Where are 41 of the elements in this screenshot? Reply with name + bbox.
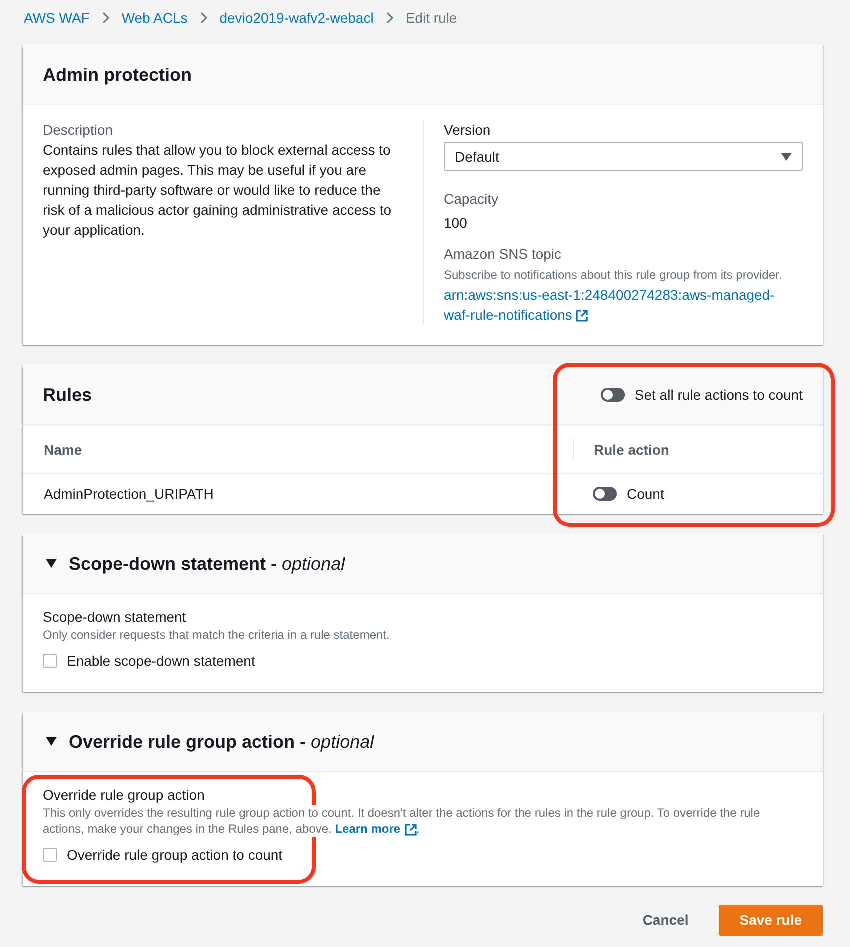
learn-more-link[interactable]: Learn more	[335, 822, 417, 836]
chevron-icon	[102, 12, 110, 24]
caret-icon[interactable]	[46, 559, 57, 568]
hint-text: Subscribe to notifications about this rule group from its provider.	[444, 267, 784, 283]
chevron-icon	[200, 12, 208, 24]
field-value: 100	[444, 214, 468, 233]
chevron-icon	[386, 12, 394, 24]
external-link-icon	[576, 310, 588, 322]
caret-icon	[781, 152, 792, 160]
version-select[interactable]: Default	[444, 142, 803, 171]
field-label: Version	[444, 121, 492, 140]
topic-link[interactable]: arn:aws:sns:us-east-1:248400274283:aws-managed-waf-rule-notifications	[444, 285, 784, 325]
field-label: Amazon SNS topic	[444, 245, 562, 264]
breadcrumb-link[interactable]: AWS WAF	[24, 8, 90, 28]
field-label: Description	[43, 121, 114, 140]
field-label: Scope-down statement	[43, 608, 188, 627]
toggle-label: Set all rule actions to count	[634, 386, 803, 404]
toggle-switch[interactable]	[600, 388, 625, 402]
breadcrumb-link[interactable]: devio2019-wafv2-webacl	[220, 8, 374, 28]
save-button[interactable]: Save rule	[718, 905, 823, 936]
checkbox[interactable]	[43, 848, 57, 862]
checkbox-label: Override rule group action to count	[67, 846, 283, 865]
section-title[interactable]: Scope-down statement - optional	[69, 552, 346, 574]
breadcrumb-link[interactable]: Web ACLs	[122, 8, 188, 28]
field-label: Override rule group action	[43, 786, 206, 805]
panel-title: Admin protection	[43, 64, 192, 86]
cancel-button[interactable]: Cancel	[622, 905, 709, 936]
field-label: Capacity	[444, 190, 500, 209]
description-text: Contains rules that allow you to block external access to exposed admin pages. This may be useful if you are running third-party software or would like to reduce the risk of a malicious actor gaining administrative access to your application.	[43, 141, 393, 240]
toggle-switch[interactable]	[593, 487, 617, 501]
breadcrumb-current: Edit rule	[406, 9, 458, 28]
section-title[interactable]: Override rule group action - optional	[69, 730, 374, 752]
caret-icon[interactable]	[46, 737, 57, 746]
panel-title: Rules	[43, 384, 92, 406]
toggle-label: Count	[627, 485, 664, 504]
checkbox[interactable]	[43, 654, 57, 668]
rule-name: AdminProtection_URIPATH	[44, 486, 214, 502]
checkbox-label: Enable scope-down statement	[67, 652, 256, 671]
column-header: Rule action	[594, 440, 670, 460]
external-link-icon	[404, 824, 417, 836]
column-header: Name	[44, 442, 82, 458]
